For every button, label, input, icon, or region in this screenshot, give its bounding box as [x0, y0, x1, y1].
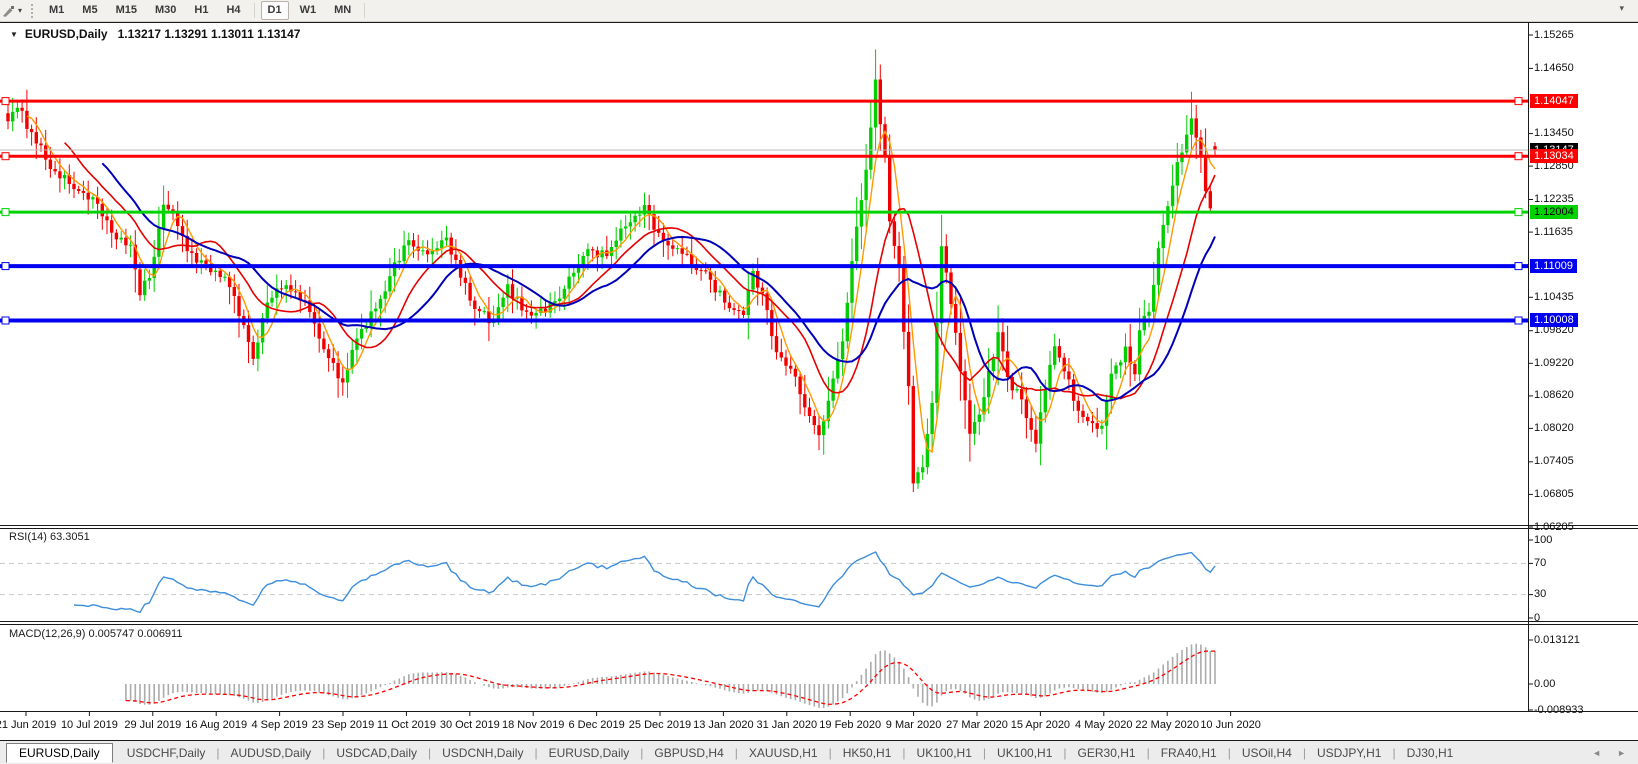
- price-axis-tick: 1.08020: [1534, 422, 1574, 435]
- ma-slow-blue: [102, 163, 1215, 401]
- chart-tab-GER30-H1[interactable]: GER30,H1: [1068, 744, 1146, 762]
- hline-1.12004: [0, 209, 1528, 216]
- chart-tabs: EURUSD,DailyUSDCHF,Daily|AUDUSD,Daily|US…: [0, 743, 1463, 763]
- timeframe-button-H1[interactable]: H1: [187, 1, 215, 20]
- timeframe-buttons: M1M5 M15M30H1H4 D1W1MN: [40, 1, 369, 20]
- toolbar-overflow-icon[interactable]: ▾: [1619, 3, 1624, 14]
- price-axis-tick: 1.06205: [1534, 521, 1574, 534]
- hline-1.13034: [0, 153, 1528, 160]
- rsi-indicator-label: RSI(14) 63.3051: [9, 531, 90, 543]
- pane-borders: [0, 22, 1638, 712]
- price-axis-tick: 1.06805: [1534, 488, 1574, 501]
- chart-tab-DJ30-H1[interactable]: DJ30,H1: [1397, 744, 1464, 762]
- chart-title: ▼ EURUSD,Daily 1.13217 1.13291 1.13011 1…: [10, 27, 300, 41]
- price-line-tag: 1.12004: [1530, 205, 1578, 219]
- price-axis-tick: 1.15265: [1534, 29, 1574, 42]
- price-axis-tick: 1.09220: [1534, 357, 1574, 370]
- chart-tab-UK100-H1[interactable]: UK100,H1: [907, 744, 982, 762]
- hline-1.14047: [0, 98, 1528, 105]
- timeframe-button-M5[interactable]: M5: [75, 1, 104, 20]
- chart-ohlc-quote: 1.13217 1.13291 1.13011 1.13147: [118, 27, 301, 41]
- rsi-axis-tick: 30: [1534, 588, 1546, 601]
- chart-tab-EURUSD-Daily[interactable]: EURUSD,Daily: [539, 744, 640, 762]
- price-chart-canvas[interactable]: [0, 0, 1638, 740]
- macd-histogram: [126, 644, 1215, 708]
- timeframe-button-D1[interactable]: D1: [261, 1, 289, 20]
- hline-1.11009: [0, 263, 1528, 270]
- chart-tab-XAUUSD-H1[interactable]: XAUUSD,H1: [739, 744, 828, 762]
- chart-tab-USDCAD-Daily[interactable]: USDCAD,Daily: [326, 744, 427, 762]
- macd-signal-line: [126, 651, 1215, 704]
- time-axis-label: 10 Jun 2020: [1184, 719, 1278, 731]
- macd-axis-tick: -0.008933: [1534, 704, 1584, 717]
- ma-fast-orange: [27, 116, 1215, 452]
- timeframe-toolbar: ▾ M1M5 M15M30H1H4 D1W1MN ▾: [0, 0, 1638, 22]
- chart-tab-UK100-H1[interactable]: UK100,H1: [987, 744, 1062, 762]
- price-line-tag: 1.13034: [1530, 149, 1578, 163]
- macd-axis-tick: 0.00: [1534, 678, 1555, 691]
- toolbar-separator: [364, 3, 365, 18]
- chart-tab-USDJPY-H1[interactable]: USDJPY,H1: [1307, 744, 1391, 762]
- chart-tab-USDCHF-Daily[interactable]: USDCHF,Daily: [117, 744, 216, 762]
- price-axis-tick: 1.08620: [1534, 389, 1574, 402]
- mt4-window: ▾ M1M5 M15M30H1H4 D1W1MN ▾ ▼ EURUSD,Daily …: [0, 0, 1638, 764]
- toolbar-separator: [254, 3, 255, 18]
- price-line-tag: 1.10008: [1530, 313, 1578, 327]
- chart-tab-USDCNH-Daily[interactable]: USDCNH,Daily: [432, 744, 533, 762]
- chart-symbol-label: EURUSD,Daily: [25, 27, 108, 41]
- tab-scroll-right-icon[interactable]: ►: [1617, 748, 1626, 758]
- chevron-down-icon[interactable]: ▾: [18, 6, 22, 15]
- timeframe-button-M1[interactable]: M1: [42, 1, 71, 20]
- draw-tool-fragment[interactable]: ▾: [2, 4, 25, 18]
- price-axis-tick: 1.07405: [1534, 455, 1574, 468]
- pencil-icon: [2, 4, 15, 18]
- chart-tab-EURUSD-Daily[interactable]: EURUSD,Daily: [6, 743, 113, 763]
- price-axis-tick: 1.13450: [1534, 127, 1574, 140]
- timeframe-button-MN[interactable]: MN: [327, 1, 358, 20]
- tab-scroll-arrows: ◄ ►: [1592, 748, 1626, 758]
- chart-tab-bar: EURUSD,DailyUSDCHF,Daily|AUDUSD,Daily|US…: [0, 740, 1638, 764]
- tab-scroll-left-icon[interactable]: ◄: [1592, 748, 1601, 758]
- chart-tab-GBPUSD-H4[interactable]: GBPUSD,H4: [644, 744, 733, 762]
- candles-bullish: [11, 49, 1193, 489]
- timeframe-button-M30[interactable]: M30: [148, 1, 183, 20]
- price-axis-tick: 1.14650: [1534, 62, 1574, 75]
- price-line-tag: 1.14047: [1530, 94, 1578, 108]
- rsi-axis-tick: 0: [1534, 612, 1540, 625]
- hline-1.10008: [0, 317, 1528, 324]
- chart-dropdown-icon[interactable]: ▼: [10, 30, 18, 39]
- rsi-line: [74, 552, 1215, 612]
- timeframe-button-M15[interactable]: M15: [109, 1, 144, 20]
- chart-tab-AUDUSD-Daily[interactable]: AUDUSD,Daily: [221, 744, 322, 762]
- candles-bearish: [6, 65, 1216, 493]
- chart-tab-USOil-H4[interactable]: USOil,H4: [1232, 744, 1302, 762]
- price-axis-tick: 1.10435: [1534, 291, 1574, 304]
- price-axis-tick: 1.11635: [1534, 226, 1573, 239]
- toolbar-grip[interactable]: [31, 4, 33, 18]
- chart-tab-FRA40-H1[interactable]: FRA40,H1: [1151, 744, 1227, 762]
- rsi-axis-tick: 100: [1534, 534, 1552, 547]
- price-axis-tick: 1.12235: [1534, 193, 1574, 206]
- macd-axis-tick: 0.013121: [1534, 634, 1580, 647]
- macd-indicator-label: MACD(12,26,9) 0.005747 0.006911: [9, 628, 182, 640]
- price-line-tag: 1.11009: [1530, 259, 1577, 273]
- axis-ticks: [26, 35, 1533, 716]
- ma-mid-red: [65, 143, 1215, 399]
- rsi-axis-tick: 70: [1534, 557, 1546, 570]
- timeframe-button-H4[interactable]: H4: [219, 1, 247, 20]
- timeframe-button-W1[interactable]: W1: [293, 1, 324, 20]
- chart-tab-HK50-H1[interactable]: HK50,H1: [833, 744, 902, 762]
